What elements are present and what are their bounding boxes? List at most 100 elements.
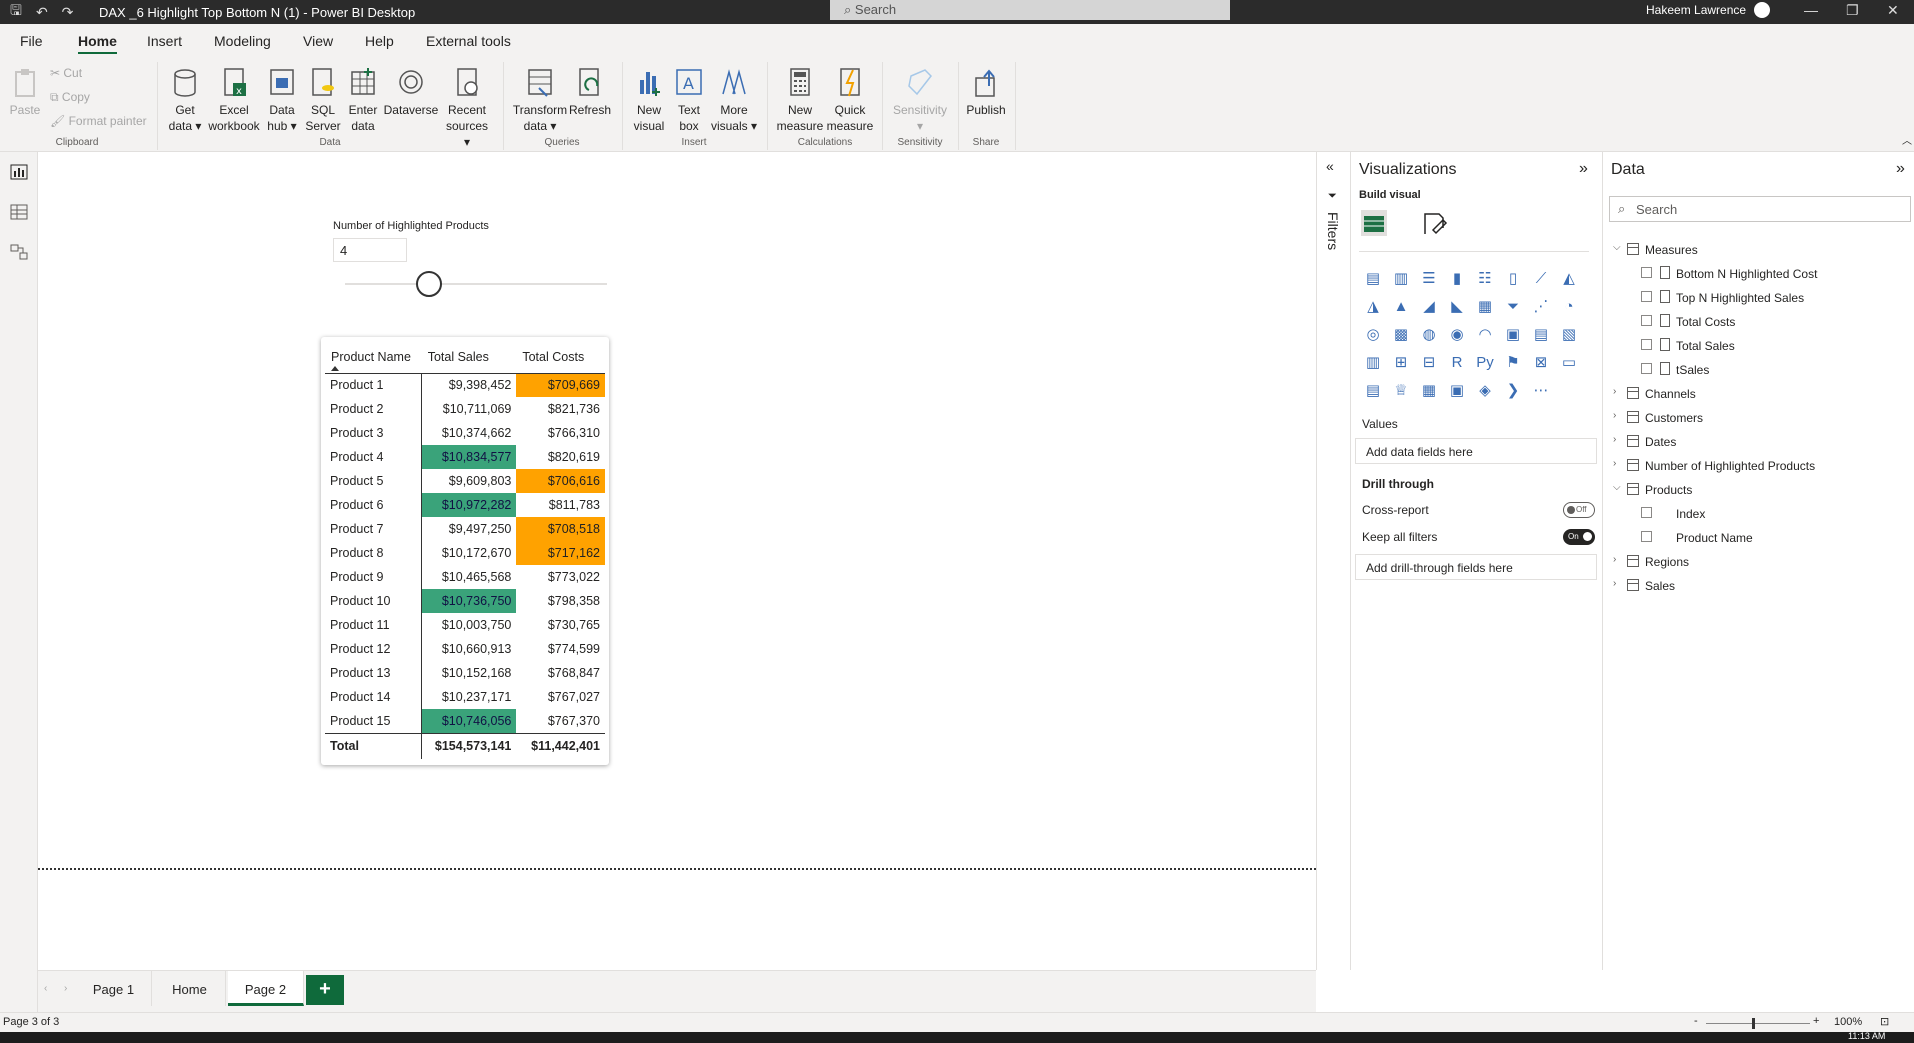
field-checkbox[interactable] (1641, 531, 1652, 542)
collapse-visualizations-icon[interactable]: » (1579, 160, 1588, 178)
copy-button[interactable]: ⧉ Copy (50, 90, 90, 105)
field-item[interactable]: Index (1603, 504, 1913, 524)
collapse-data-icon[interactable]: » (1896, 160, 1905, 178)
visual-type-icon[interactable]: ▧ (1555, 320, 1583, 348)
page-tab-home[interactable]: Home (154, 971, 226, 1006)
enter-data-button[interactable]: Enter data (346, 66, 380, 134)
slider-thumb[interactable] (415, 271, 442, 297)
chevron-down-icon[interactable]: ⌵ (1613, 242, 1621, 253)
visual-type-icon[interactable]: ▯ (1499, 264, 1527, 292)
recent-sources-button[interactable]: Recent sources ▾ (442, 66, 492, 150)
chevron-right-icon[interactable]: › (1613, 578, 1616, 589)
visual-type-icon[interactable]: ◢ (1415, 292, 1443, 320)
field-checkbox[interactable] (1641, 339, 1652, 350)
field-item[interactable]: Total Sales (1603, 336, 1913, 356)
chevron-down-icon[interactable]: ⌵ (1613, 482, 1621, 493)
table-row[interactable]: Product 7 $9,497,250 $708,518 (325, 517, 605, 541)
visual-type-icon[interactable]: ▲ (1387, 292, 1415, 320)
excel-workbook-button[interactable]: x Excel workbook (206, 66, 262, 134)
build-visual-icon[interactable] (1359, 208, 1389, 238)
more-visuals-button[interactable]: More visuals ▾ (710, 66, 758, 134)
visual-type-icon[interactable]: ❯ (1499, 376, 1527, 404)
sort-ascending-icon[interactable] (331, 365, 339, 371)
visual-type-icon[interactable]: ▥ (1359, 348, 1387, 376)
visual-type-icon[interactable]: ☰ (1415, 264, 1443, 292)
paste-button[interactable]: Paste (8, 66, 42, 118)
transform-data-button[interactable]: Transform data ▾ (512, 66, 568, 134)
visual-type-icon[interactable]: ⋰ (1527, 292, 1555, 320)
redo-icon[interactable]: ↷ (62, 4, 74, 21)
format-visual-icon[interactable] (1419, 208, 1449, 238)
tab-insert[interactable]: Insert (147, 33, 182, 49)
table-row[interactable]: Product 6 $10,972,282 $811,783 (325, 493, 605, 517)
next-page-icon[interactable]: › (64, 983, 67, 994)
tab-help[interactable]: Help (365, 33, 394, 49)
model-view-icon[interactable] (10, 244, 28, 260)
visual-type-icon[interactable]: ▤ (1359, 376, 1387, 404)
add-page-button[interactable]: + (306, 975, 344, 1005)
close-icon[interactable]: ✕ (1887, 2, 1899, 19)
table-row[interactable]: Product 1 $9,398,452 $709,669 (325, 373, 605, 397)
values-drop-zone[interactable]: Add data fields here (1355, 438, 1597, 464)
visual-type-icon[interactable]: ▤ (1527, 320, 1555, 348)
quick-measure-button[interactable]: Quick measure (824, 66, 876, 134)
minimize-icon[interactable]: — (1804, 2, 1818, 18)
visual-type-icon[interactable]: ◣ (1443, 292, 1471, 320)
page-tab-page-1[interactable]: Page 1 (76, 971, 152, 1006)
undo-icon[interactable]: ↶ (36, 4, 48, 21)
table-row[interactable]: Product 4 $10,834,577 $820,619 (325, 445, 605, 469)
visual-type-icon[interactable]: ▦ (1415, 376, 1443, 404)
avatar[interactable] (1754, 2, 1770, 18)
table-row[interactable]: Product 10 $10,736,750 $798,358 (325, 589, 605, 613)
table-row[interactable]: Product 15 $10,746,056 $767,370 (325, 709, 605, 733)
zoom-slider[interactable] (1706, 1023, 1810, 1024)
visual-type-icon[interactable]: ▮ (1443, 264, 1471, 292)
collapse-ribbon-icon[interactable]: ︿ (1902, 132, 1912, 147)
keep-all-filters-toggle[interactable]: On (1563, 529, 1595, 545)
visual-type-icon[interactable]: ⏷ (1499, 292, 1527, 320)
zoom-out-icon[interactable]: - (1694, 1015, 1698, 1027)
visual-type-icon[interactable]: ◎ (1359, 320, 1387, 348)
table-node[interactable]: › Number of Highlighted Products (1603, 456, 1913, 476)
visual-type-icon[interactable]: Py (1471, 348, 1499, 376)
table-row[interactable]: Product 3 $10,374,662 $766,310 (325, 421, 605, 445)
visual-type-icon[interactable]: ▦ (1471, 292, 1499, 320)
table-node[interactable]: › Customers (1603, 408, 1913, 428)
get-data-button[interactable]: Get data ▾ (164, 66, 206, 134)
table-node[interactable]: ⌵ Measures (1603, 240, 1913, 260)
filters-pane[interactable]: « ⏷ Filters (1316, 152, 1350, 970)
field-checkbox[interactable] (1641, 315, 1652, 326)
data-view-icon[interactable] (10, 204, 28, 220)
drill-through-drop-zone[interactable]: Add drill-through fields here (1355, 554, 1597, 580)
tab-home[interactable]: Home (78, 33, 117, 55)
zoom-slider-thumb[interactable] (1752, 1018, 1755, 1029)
table-row[interactable]: Product 8 $10,172,670 $717,162 (325, 541, 605, 565)
save-icon[interactable]: 🖫 (10, 0, 22, 24)
report-view-icon[interactable] (10, 164, 28, 180)
table-row[interactable]: Product 5 $9,609,803 $706,616 (325, 469, 605, 493)
text-box-button[interactable]: A Text box (670, 66, 708, 134)
tab-file[interactable]: File (20, 33, 43, 49)
slider-track[interactable] (345, 283, 607, 285)
field-item[interactable]: Product Name (1603, 528, 1913, 548)
visual-type-icon[interactable]: ▣ (1499, 320, 1527, 348)
data-hub-button[interactable]: Data hub ▾ (264, 66, 300, 134)
new-measure-button[interactable]: New measure (774, 66, 826, 134)
visual-type-icon[interactable]: ⊟ (1415, 348, 1443, 376)
page-tab-page-2[interactable]: Page 2 (228, 971, 304, 1006)
chevron-right-icon[interactable]: › (1613, 554, 1616, 565)
cut-button[interactable]: ✂ Cut (50, 66, 82, 80)
visual-type-icon[interactable]: ◔ (1555, 292, 1583, 320)
visual-type-icon[interactable]: ⊠ (1527, 348, 1555, 376)
zoom-in-icon[interactable]: + (1813, 1015, 1819, 1027)
sql-server-button[interactable]: SQL Server (302, 66, 344, 134)
visual-type-icon[interactable]: ◉ (1443, 320, 1471, 348)
table-node[interactable]: ⌵ Products (1603, 480, 1913, 500)
chevron-right-icon[interactable]: › (1613, 386, 1616, 397)
report-canvas[interactable]: Number of Highlighted Products 4 Product… (38, 152, 1316, 970)
fit-to-page-icon[interactable]: ⊡ (1880, 1015, 1889, 1028)
field-checkbox[interactable] (1641, 291, 1652, 302)
column-header-product-name[interactable]: Product Name (325, 342, 422, 374)
table-row[interactable]: Product 13 $10,152,168 $768,847 (325, 661, 605, 685)
sensitivity-button[interactable]: Sensitivity ▾ (890, 66, 950, 134)
